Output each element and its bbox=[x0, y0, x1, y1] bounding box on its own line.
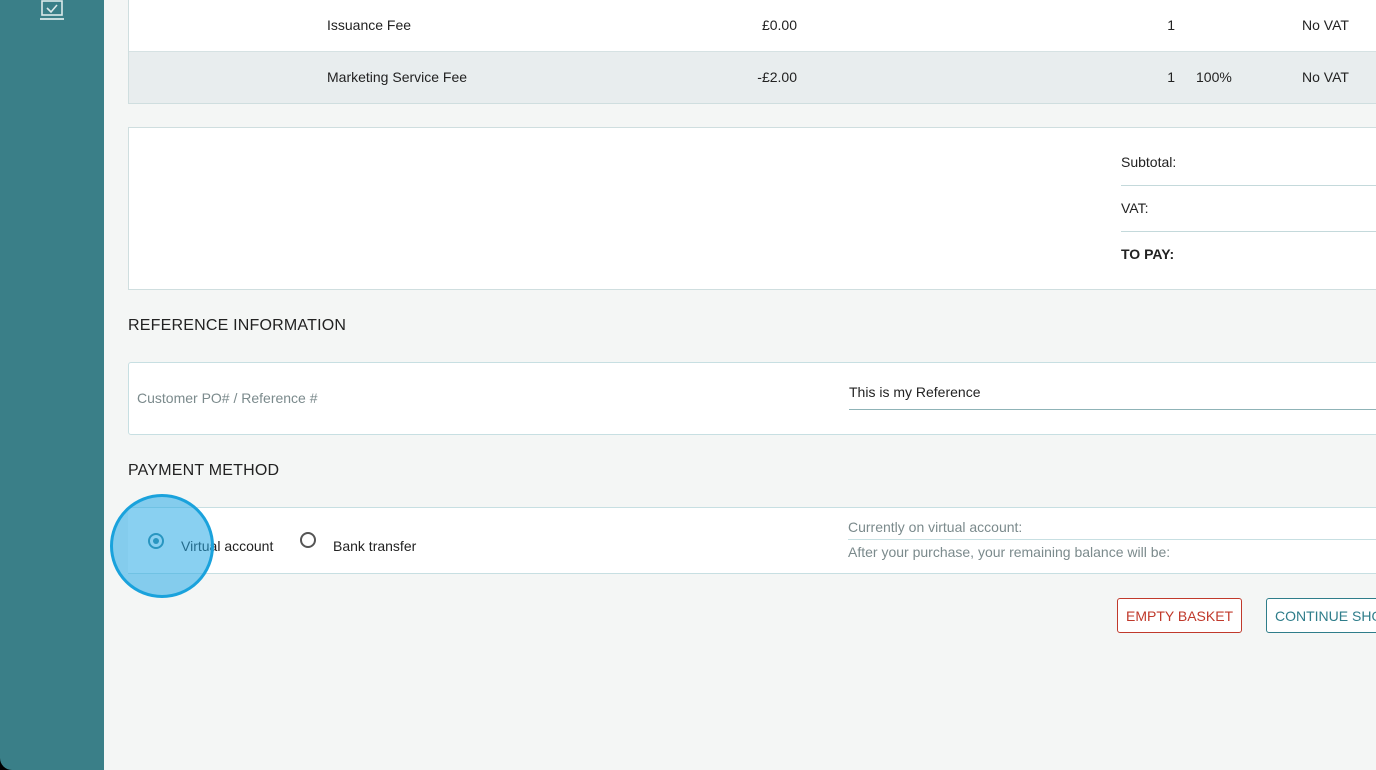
item-vat: No VAT bbox=[1302, 17, 1349, 33]
remaining-balance-label: After your purchase, your remaining bala… bbox=[848, 544, 1171, 560]
item-quantity: 1 bbox=[1167, 17, 1175, 33]
item-vat: No VAT bbox=[1302, 69, 1349, 85]
laptop-check-icon[interactable] bbox=[40, 0, 64, 22]
payment-section-title: PAYMENT METHOD bbox=[128, 462, 280, 479]
virtual-account-label[interactable]: Virtual account bbox=[181, 538, 273, 554]
divider bbox=[1121, 185, 1376, 186]
subtotal-label: Subtotal: bbox=[1121, 154, 1177, 170]
table-row: Marketing Service Fee -£2.00 1 100% No V… bbox=[129, 51, 1376, 103]
reference-panel: Customer PO# / Reference # bbox=[128, 362, 1376, 435]
bank-transfer-radio[interactable] bbox=[300, 532, 316, 548]
reference-section-title: REFERENCE INFORMATION bbox=[128, 317, 347, 334]
item-name: Marketing Service Fee bbox=[327, 69, 468, 85]
basket-items-table: Issuance Fee £0.00 1 No VAT Marketing Se… bbox=[128, 0, 1376, 104]
divider bbox=[1121, 231, 1376, 232]
to-pay-label: TO PAY: bbox=[1121, 246, 1175, 262]
vat-label: VAT: bbox=[1121, 200, 1149, 216]
empty-basket-button[interactable]: EMPTY BASKET bbox=[1117, 598, 1242, 633]
basket-main: Issuance Fee £0.00 1 No VAT Marketing Se… bbox=[104, 0, 1376, 770]
sidebar bbox=[0, 0, 104, 770]
reference-label: Customer PO# / Reference # bbox=[137, 390, 318, 406]
table-row: Issuance Fee £0.00 1 No VAT bbox=[129, 0, 1376, 51]
payment-panel: Virtual account Bank transfer Currently … bbox=[128, 507, 1376, 574]
current-balance-label: Currently on virtual account: bbox=[848, 519, 1023, 535]
item-quantity: 1 bbox=[1167, 69, 1175, 85]
bank-transfer-label[interactable]: Bank transfer bbox=[333, 538, 416, 554]
item-price: -£2.00 bbox=[757, 69, 797, 85]
reference-input[interactable] bbox=[849, 375, 1376, 410]
item-price: £0.00 bbox=[761, 17, 797, 33]
totals-panel: Subtotal: VAT: TO PAY: bbox=[128, 127, 1376, 290]
continue-shopping-button[interactable]: CONTINUE SHOPPING bbox=[1266, 598, 1376, 633]
virtual-account-radio[interactable] bbox=[148, 533, 164, 549]
item-name: Issuance Fee bbox=[327, 17, 412, 33]
item-discount: 100% bbox=[1196, 69, 1232, 85]
divider bbox=[848, 539, 1376, 540]
